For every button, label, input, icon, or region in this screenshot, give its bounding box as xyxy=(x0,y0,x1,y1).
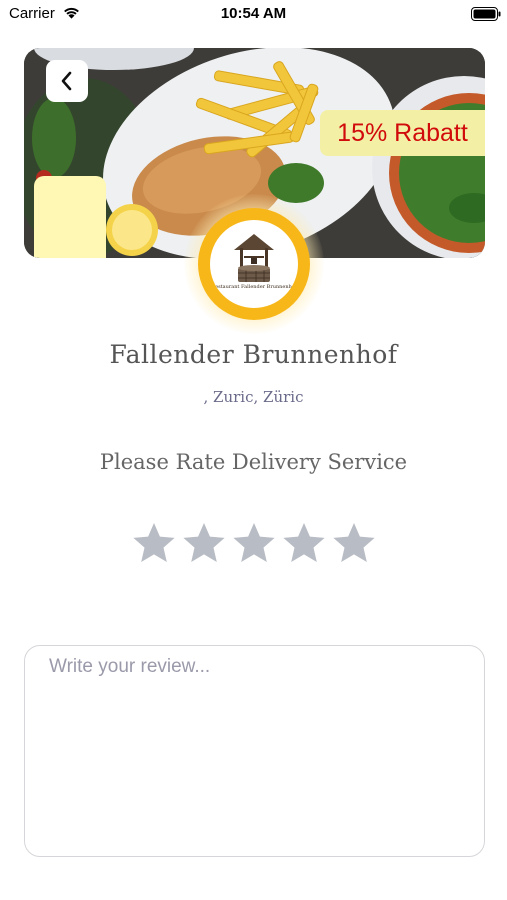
promo-tag xyxy=(34,176,106,258)
logo-inner: Restaurant Fallender Brunnenhof xyxy=(210,220,298,308)
well-logo-icon xyxy=(234,234,274,282)
restaurant-logo: Restaurant Fallender Brunnenhof xyxy=(198,208,310,320)
status-bar: Carrier 10:54 AM xyxy=(0,0,507,30)
review-input[interactable] xyxy=(47,654,469,848)
star-icon[interactable] xyxy=(132,521,176,565)
back-button[interactable] xyxy=(46,60,88,102)
star-icon[interactable] xyxy=(182,521,226,565)
battery-icon xyxy=(471,7,501,21)
star-rating[interactable] xyxy=(132,521,376,567)
restaurant-address: , Zuric, Züric xyxy=(203,388,304,406)
review-field-container xyxy=(24,645,485,857)
restaurant-name: Fallender Brunnenhof xyxy=(109,340,398,369)
logo-caption: Restaurant Fallender Brunnenhof xyxy=(211,284,297,290)
chevron-left-icon xyxy=(61,71,72,91)
discount-badge: 15% Rabatt xyxy=(320,110,485,156)
rating-prompt: Please Rate Delivery Service xyxy=(99,450,408,474)
star-icon[interactable] xyxy=(282,521,326,565)
star-icon[interactable] xyxy=(332,521,376,565)
clock: 10:54 AM xyxy=(220,5,287,22)
star-icon[interactable] xyxy=(232,521,276,565)
